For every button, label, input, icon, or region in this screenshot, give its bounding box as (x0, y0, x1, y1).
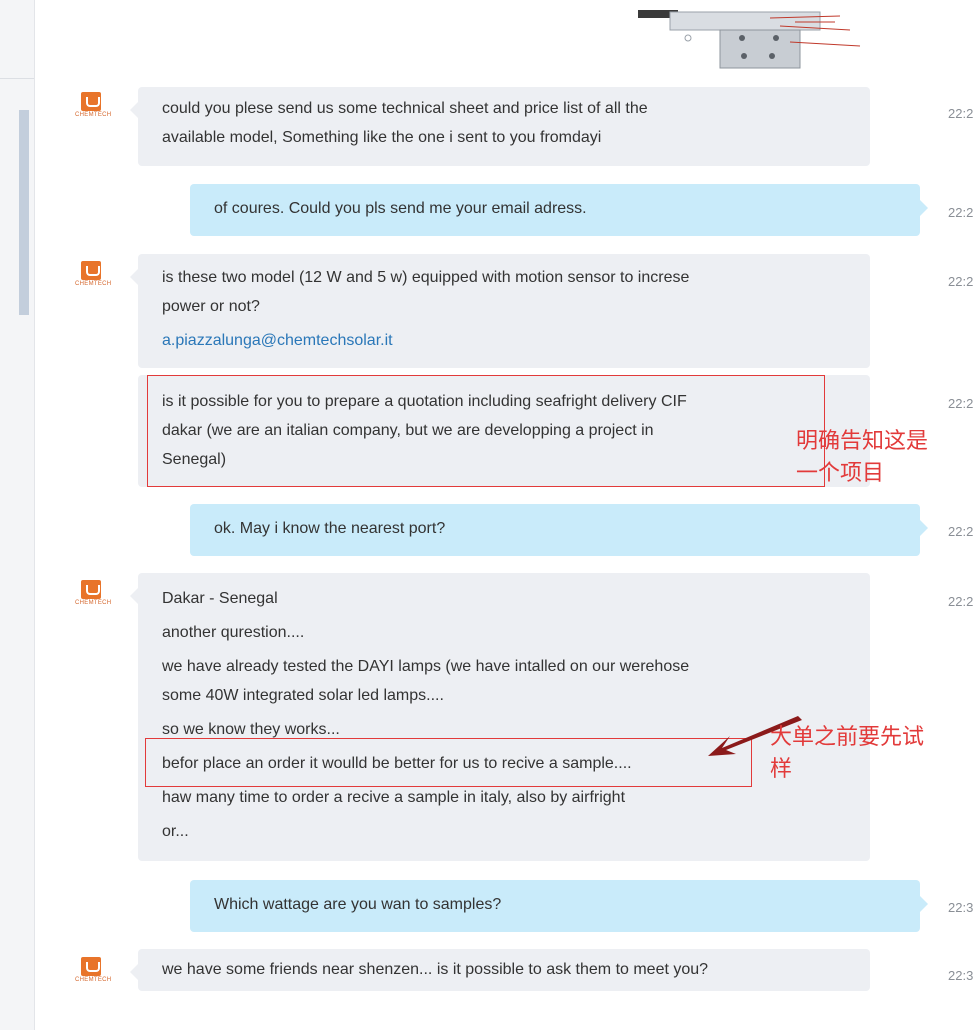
email-link[interactable]: a.piazzalunga@chemtechsolar.it (162, 326, 846, 355)
annotation-text: 一个项目 (796, 461, 885, 486)
incoming-message: we have some friends near shenzen... is … (130, 949, 870, 991)
message-text: another qurestion.... (162, 624, 305, 641)
message-timestamp: 22:2 (948, 106, 974, 121)
scrollbar-thumb[interactable] (19, 110, 29, 315)
company-logo-icon (81, 261, 101, 280)
company-logo-icon (81, 580, 101, 599)
message-text: power or not? (162, 298, 260, 315)
contact-avatar[interactable]: CHEMTECH (75, 92, 112, 122)
message-text: ok. May i know the nearest port? (214, 520, 446, 537)
message-text: we have some friends near shenzen... is … (162, 961, 709, 978)
product-drawing-image[interactable] (630, 8, 900, 70)
message-text: could you plese send us some technical s… (162, 100, 648, 117)
message-text: we have already tested the DAYI lamps (w… (162, 658, 690, 675)
annotation-note: 大单之前要先试 样 (770, 722, 924, 786)
logo-text: CHEMTECH (75, 977, 112, 983)
message-text: is these two model (12 W and 5 w) equipp… (162, 269, 690, 286)
contact-avatar[interactable]: CHEMTECH (75, 957, 112, 987)
left-panel (0, 0, 35, 1030)
panel-divider (0, 78, 34, 79)
company-logo-icon (81, 92, 101, 111)
message-text: of coures. Could you pls send me your em… (214, 200, 587, 217)
contact-avatar[interactable]: CHEMTECH (75, 261, 112, 291)
message-timestamp: 22:2 (948, 205, 974, 220)
highlight-box (145, 738, 752, 787)
incoming-message: could you plese send us some technical s… (130, 87, 870, 166)
message-timestamp: 22:3 (948, 900, 974, 915)
message-timestamp: 22:2 (948, 594, 974, 609)
message-timestamp: 22:2 (948, 274, 974, 289)
message-text: or... (162, 823, 189, 840)
logo-text: CHEMTECH (75, 281, 112, 287)
contact-avatar[interactable]: CHEMTECH (75, 580, 112, 610)
message-timestamp: 22:2 (948, 396, 974, 411)
highlight-box (147, 375, 825, 487)
outgoing-message: of coures. Could you pls send me your em… (190, 184, 928, 236)
logo-text: CHEMTECH (75, 600, 112, 606)
message-timestamp: 22:2 (948, 524, 974, 539)
incoming-message: is these two model (12 W and 5 w) equipp… (130, 254, 870, 368)
message-text: some 40W integrated solar led lamps.... (162, 687, 444, 704)
message-timestamp: 22:3 (948, 968, 974, 983)
message-text: haw many time to order a recive a sample… (162, 789, 626, 806)
annotation-text: 样 (770, 757, 793, 782)
annotation-text: 明确告知这是 (796, 429, 929, 454)
outgoing-message: Which wattage are you wan to samples? (190, 880, 928, 932)
annotation-text: 大单之前要先试 (770, 725, 925, 750)
company-logo-icon (81, 957, 101, 976)
outgoing-message: ok. May i know the nearest port? (190, 504, 928, 556)
message-text: available model, Something like the one … (162, 129, 602, 146)
message-text: Which wattage are you wan to samples? (214, 896, 502, 913)
annotation-note: 明确告知这是 一个项目 (796, 426, 928, 490)
logo-text: CHEMTECH (75, 112, 112, 118)
message-text: Dakar - Senegal (162, 590, 278, 607)
